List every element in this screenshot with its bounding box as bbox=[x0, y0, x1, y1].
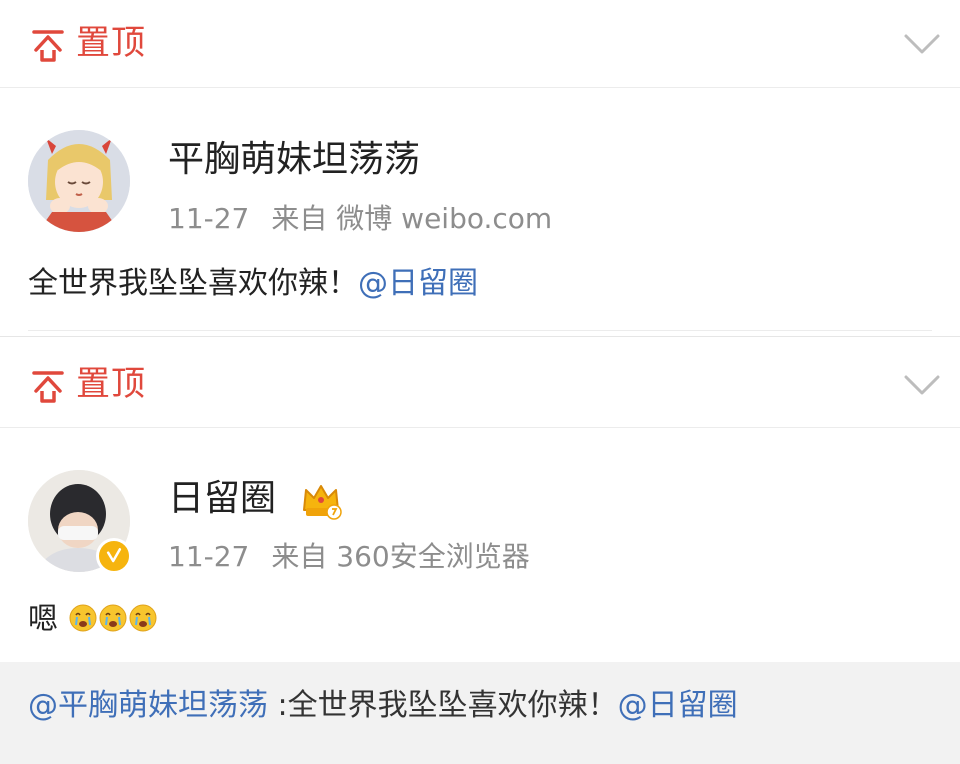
repost-body: :全世界我坠坠喜欢你辣！ bbox=[268, 688, 618, 723]
chevron-down-icon[interactable] bbox=[902, 26, 942, 62]
pinned-label: 置顶 bbox=[76, 364, 146, 404]
repost-author-link[interactable]: @平胸萌妹坦荡荡 bbox=[28, 688, 268, 723]
anime-girl-avatar-image bbox=[28, 130, 130, 232]
crying-face-emoji-icon bbox=[129, 604, 157, 632]
divider bbox=[28, 330, 932, 331]
mention-link[interactable]: @日留圈 bbox=[618, 688, 738, 723]
post-meta: 11-27 来自 微博 weibo.com bbox=[168, 200, 552, 238]
weibo-feed: 置顶 平胸萌妹坦荡荡 11-27 来自 微博 weibo.com 全世界我坠坠喜欢… bbox=[0, 0, 960, 764]
post-source: 来自 微博 weibo.com bbox=[271, 202, 553, 235]
reposted-content[interactable]: @平胸萌妹坦荡荡 :全世界我坠坠喜欢你辣！@日留圈 bbox=[0, 662, 960, 764]
post-text: 全世界我坠坠喜欢你辣！@日留圈 bbox=[28, 264, 478, 304]
chevron-down-icon[interactable] bbox=[902, 367, 942, 403]
repost-text: @平胸萌妹坦荡荡 :全世界我坠坠喜欢你辣！@日留圈 bbox=[28, 686, 738, 726]
pin-to-top-icon bbox=[32, 371, 64, 403]
pinned-header: 置顶 bbox=[0, 336, 960, 428]
pinned-label: 置顶 bbox=[76, 23, 146, 63]
pinned-header: 置顶 bbox=[0, 0, 960, 88]
post-body: 全世界我坠坠喜欢你辣！ bbox=[28, 266, 358, 301]
post-body: 嗯 bbox=[28, 602, 58, 637]
post-meta: 11-27 来自 360安全浏览器 bbox=[168, 538, 530, 576]
pin-to-top-icon bbox=[32, 30, 64, 62]
username[interactable]: 日留圈 bbox=[168, 475, 276, 523]
username[interactable]: 平胸萌妹坦荡荡 bbox=[168, 136, 420, 184]
post-text: 嗯 bbox=[28, 600, 158, 640]
crown-member-icon bbox=[303, 485, 342, 520]
post-date: 11-27 bbox=[168, 202, 250, 235]
crying-face-emoji-icon bbox=[99, 604, 127, 632]
post-date: 11-27 bbox=[168, 540, 250, 573]
mention-link[interactable]: @日留圈 bbox=[358, 266, 478, 301]
verified-icon bbox=[96, 538, 132, 574]
post-source: 来自 360安全浏览器 bbox=[271, 540, 530, 573]
avatar[interactable] bbox=[28, 130, 130, 232]
crying-face-emoji-icon bbox=[69, 604, 97, 632]
